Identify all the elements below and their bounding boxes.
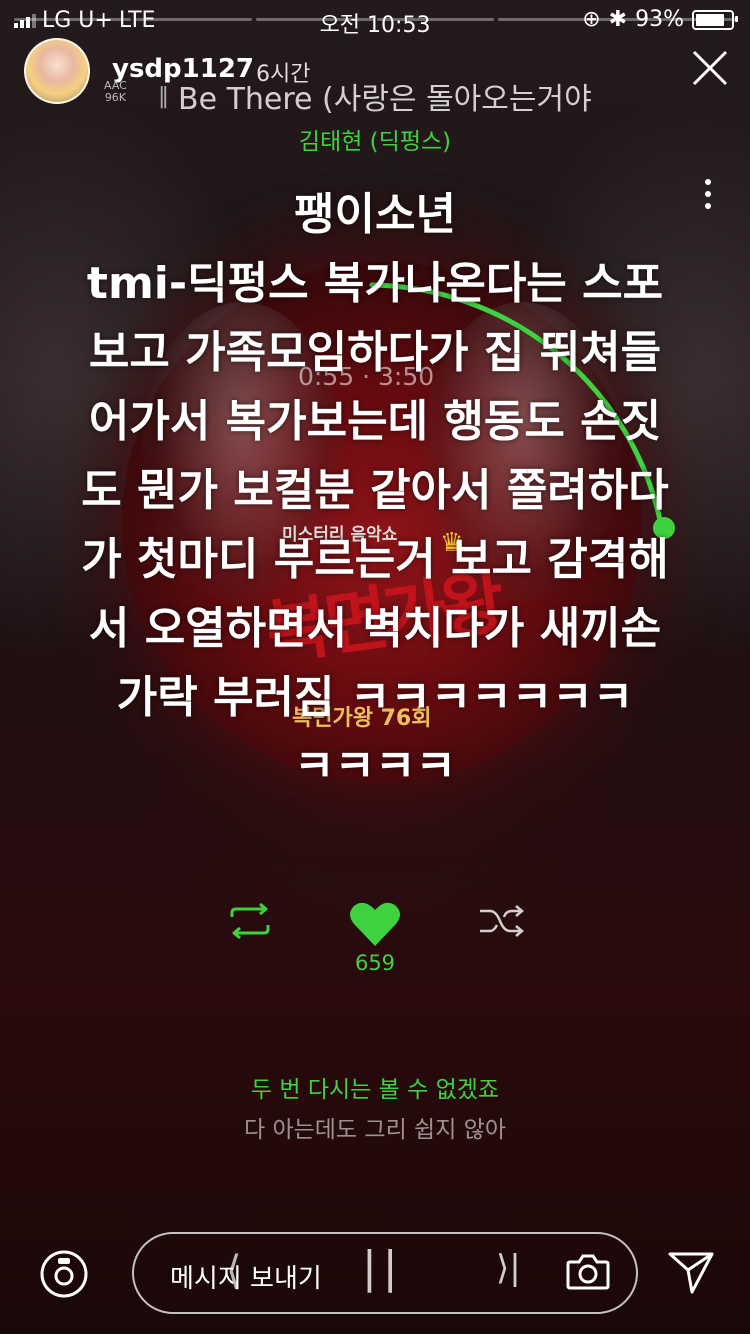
overlay-line: 팽이소년	[294, 189, 456, 240]
overlay-line: 어가서 복가보는데 행동도 손짓	[88, 396, 662, 447]
avatar[interactable]	[24, 38, 90, 104]
camera-icon[interactable]	[564, 1248, 612, 1296]
overlay-line: 서 오열하면서 벽치다가 새끼손	[88, 603, 662, 654]
like-count: 659	[354, 951, 396, 975]
mini-pause-icon: ‖	[158, 84, 169, 109]
lyric-next: 다 아는데도 그리 쉽지 않아	[243, 1117, 506, 1143]
bluetooth-icon: ✱	[608, 7, 628, 32]
message-placeholder: 메시지 보내기	[170, 1264, 322, 1294]
bitrate-label: 96K	[104, 91, 127, 104]
repeat-icon[interactable]	[226, 903, 274, 939]
story-overlay-text: 팽이소년 tmi-딕펑스 복가나온다는 스포 보고 가족모임하다가 집 뛰쳐들 …	[40, 180, 710, 801]
battery-icon	[692, 9, 738, 30]
camera-ring-icon[interactable]	[36, 1244, 92, 1300]
rotation-lock-icon: ⊕	[582, 7, 601, 32]
lyric-current: 두 번 다시는 볼 수 없겠죠	[250, 1077, 500, 1103]
previous-track-icon[interactable]: ⟨	[226, 1248, 242, 1294]
overlay-line: 도 뭔가 보컬분 같아서 쫄려하다	[81, 465, 669, 516]
overlay-line: ㅋㅋㅋㅋ	[294, 741, 456, 792]
message-input[interactable]: 메시지 보내기 ⟨ | | ⟩|	[132, 1232, 638, 1314]
overlay-line: 가 첫마디 부르는거 보고 감격해	[81, 534, 669, 585]
battery-percent: 93%	[635, 7, 684, 32]
overlay-line: 보고 가족모임하다가 집 뛰쳐들	[88, 327, 662, 378]
pause-icon[interactable]: | |	[362, 1242, 398, 1293]
heart-icon[interactable]	[348, 900, 402, 948]
codec-badge: AAC 96K	[104, 80, 127, 104]
next-track-icon[interactable]: ⟩|	[496, 1248, 521, 1288]
shuffle-icon[interactable]	[478, 903, 526, 939]
song-title: Be There (사랑은 돌아오는거야	[178, 82, 592, 117]
overlay-line: 가락 부러짐 ㅋㅋㅋㅋㅋㅋㅋ	[116, 672, 634, 723]
close-icon[interactable]	[688, 46, 732, 90]
overlay-line: tmi-딕펑스 복가나온다는 스포	[86, 258, 664, 309]
status-bar: LG U+ LTE 오전 10:53 ⊕ ✱ 93%	[0, 0, 750, 38]
send-icon[interactable]	[666, 1248, 716, 1296]
artist-name: 김태현 (딕펑스)	[298, 129, 452, 155]
